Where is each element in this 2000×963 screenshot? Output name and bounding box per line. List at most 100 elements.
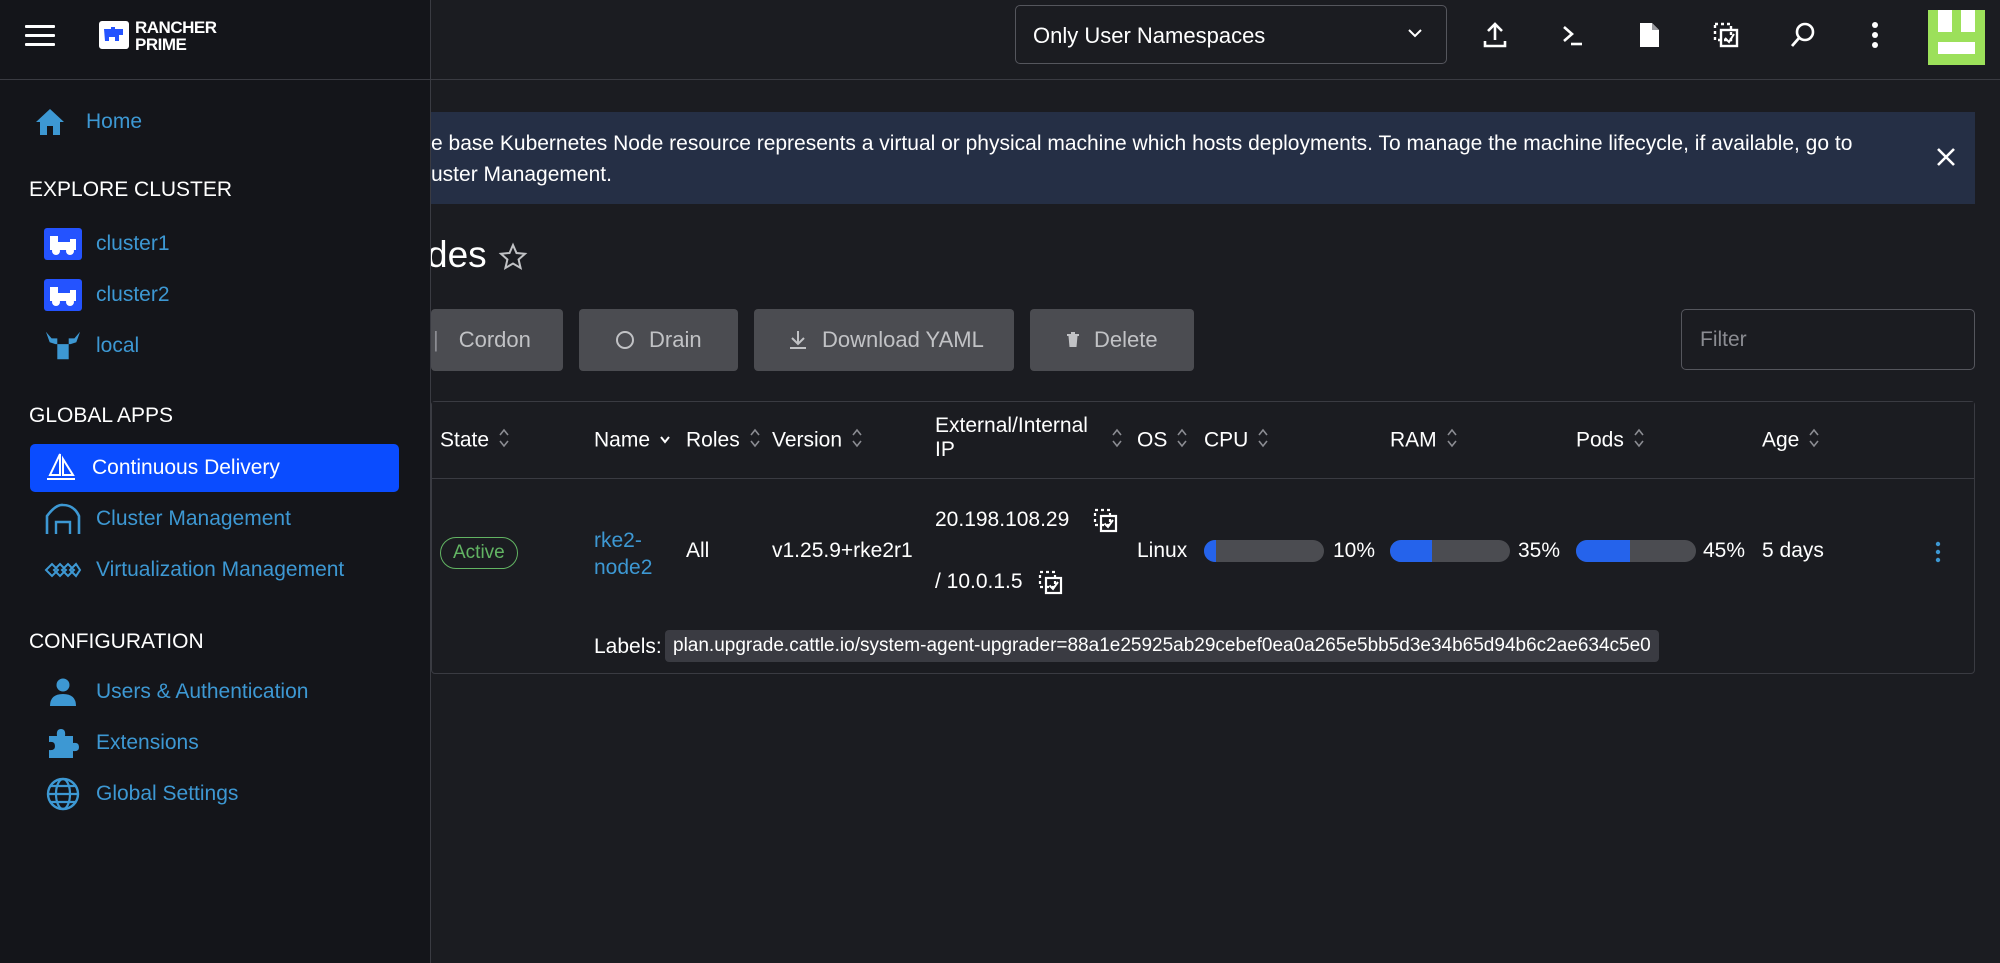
cordon-icon: | [433, 327, 439, 352]
sort-icon [1633, 427, 1645, 455]
cordon-label: Cordon [458, 327, 531, 352]
nav-item-continuous-delivery[interactable]: Continuous Delivery [30, 444, 399, 492]
column-header-version[interactable]: Version [772, 427, 863, 455]
pods-percent: 45% [1703, 539, 1746, 562]
ram-percent: 35% [1518, 539, 1561, 562]
nav-item-label: local [96, 334, 140, 357]
column-header-cpu[interactable]: CPU [1204, 427, 1269, 455]
nav-item-label: Continuous Delivery [92, 456, 280, 479]
nav-item-label: cluster1 [96, 232, 170, 255]
download-yaml-label: Download YAML [822, 327, 984, 352]
nav-item-cluster2[interactable]: cluster2 [44, 271, 413, 319]
brand-wordmark: RANCHER PRIME [135, 18, 217, 54]
drain-button[interactable]: Drain [579, 309, 738, 371]
cordon-button[interactable]: | Cordon [431, 309, 563, 371]
copy-kubeconfig-icon[interactable] [1711, 20, 1741, 50]
sort-icon [1111, 427, 1123, 454]
column-header-state[interactable]: State [440, 427, 510, 455]
column-header-roles[interactable]: Roles [686, 427, 761, 455]
sort-icon [498, 427, 510, 455]
row-actions-icon[interactable] [1934, 540, 1942, 569]
page-title: des [427, 234, 487, 275]
node-version: v1.25.9+rke2r1 [772, 539, 913, 562]
nav-item-label: Cluster Management [96, 507, 291, 530]
barn-icon [44, 499, 82, 539]
ram-progress-fill [1390, 540, 1432, 562]
nav-item-label: cluster2 [96, 283, 170, 306]
namespace-filter-value: Only User Namespaces [1033, 23, 1266, 48]
nav-item-home[interactable]: Home [30, 98, 399, 146]
favorite-star-icon[interactable] [498, 242, 528, 277]
cpu-progress-fill [1204, 540, 1216, 562]
chevron-down-icon [1406, 24, 1424, 47]
filter-input[interactable]: Filter [1681, 309, 1975, 370]
delete-label: Delete [1094, 327, 1158, 352]
copy-icon[interactable] [1092, 507, 1120, 540]
nav-item-extensions[interactable]: Extensions [44, 719, 413, 767]
import-yaml-icon[interactable] [1480, 20, 1510, 50]
nav-item-label: Home [86, 110, 143, 133]
kubeconfig-file-icon[interactable] [1634, 20, 1664, 50]
kubectl-shell-icon[interactable] [1557, 20, 1587, 50]
node-internal-ip: / 10.0.1.5 [935, 570, 1023, 593]
longhorn-cow-icon [44, 326, 82, 366]
node-roles: All [686, 539, 710, 562]
sort-descending-icon [659, 427, 671, 455]
cluster-icon [44, 275, 82, 315]
column-header-ip[interactable]: External/Internal IP [935, 414, 1105, 462]
node-name-link[interactable]: rke2- node2 [594, 527, 652, 581]
column-header-ram[interactable]: RAM [1390, 427, 1458, 455]
section-heading-explore-cluster: EXPLORE CLUSTER [29, 178, 233, 201]
side-nav-overlay: RANCHER PRIME Home EXPLORE CLUSTER cluste… [0, 0, 431, 963]
sort-icon [1176, 427, 1188, 455]
puzzle-piece-icon [44, 723, 82, 763]
section-heading-global-apps: GLOBAL APPS [29, 404, 173, 427]
nav-item-cluster-management[interactable]: Cluster Management [44, 495, 413, 543]
divider [0, 79, 430, 80]
download-yaml-button[interactable]: Download YAML [754, 309, 1014, 371]
sort-icon [851, 427, 863, 455]
nav-item-label: Global Settings [96, 782, 239, 805]
column-header-pods[interactable]: Pods [1576, 427, 1645, 455]
ram-progress-bar [1390, 540, 1510, 562]
more-vert-icon[interactable] [1860, 20, 1890, 50]
nav-item-local[interactable]: local [44, 322, 413, 370]
user-avatar[interactable] [1928, 10, 1985, 65]
namespace-filter-dropdown[interactable]: Only User Namespaces [1015, 5, 1447, 64]
delete-button[interactable]: Delete [1030, 309, 1194, 371]
column-header-name[interactable]: Name [594, 427, 671, 455]
search-icon[interactable] [1788, 20, 1818, 50]
nav-item-label: Users & Authentication [96, 680, 309, 703]
node-age: 5 days [1762, 539, 1824, 562]
column-header-os[interactable]: OS [1137, 427, 1188, 455]
status-badge: Active [440, 537, 518, 569]
column-header-age[interactable]: Age [1762, 427, 1820, 455]
node-external-ip: 20.198.108.29 [935, 508, 1070, 531]
nav-item-label: Virtualization Management [96, 558, 345, 581]
rancher-prime-logo[interactable]: RANCHER PRIME [99, 19, 217, 56]
cluster-icon [44, 224, 82, 264]
nav-item-cluster1[interactable]: cluster1 [44, 220, 413, 268]
home-icon [30, 102, 70, 142]
node-os: Linux [1137, 539, 1188, 562]
nav-item-label: Extensions [96, 731, 199, 754]
cpu-percent: 10% [1333, 539, 1376, 562]
drain-icon [615, 330, 635, 350]
nav-item-virtualization-management[interactable]: Virtualization Management [44, 546, 413, 594]
label-chip: plan.upgrade.cattle.io/system-agent-upgr… [665, 630, 1659, 662]
filter-placeholder: Filter [1700, 328, 1747, 351]
drain-label: Drain [649, 327, 702, 352]
copy-icon[interactable] [1037, 569, 1065, 602]
banner-text: e base Kubernetes Node resource represen… [431, 132, 1853, 186]
nav-item-global-settings[interactable]: Global Settings [44, 770, 413, 818]
section-heading-configuration: CONFIGURATION [29, 630, 204, 653]
sort-icon [1446, 427, 1458, 455]
hamburger-menu-icon[interactable] [25, 25, 55, 49]
sailboat-icon [44, 448, 78, 488]
sort-icon [1808, 427, 1820, 455]
close-icon[interactable] [1935, 146, 1957, 173]
nav-item-users-authentication[interactable]: Users & Authentication [44, 668, 413, 716]
harvester-icon [44, 550, 82, 590]
user-icon [44, 672, 82, 712]
labels-key: Labels: [594, 635, 662, 658]
